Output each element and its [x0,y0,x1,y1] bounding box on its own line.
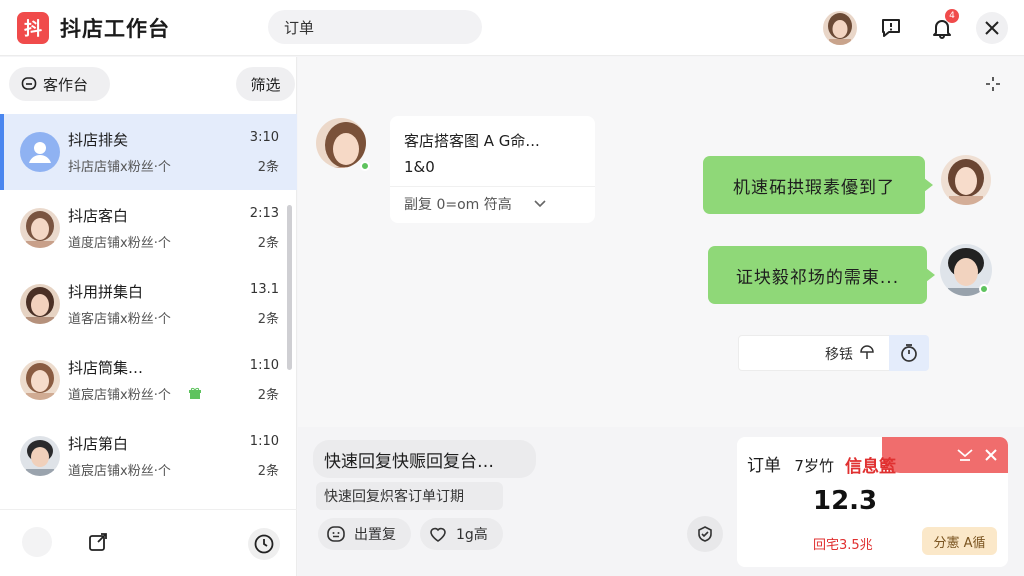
avatar [20,132,60,172]
card-footer: 副复 0=om 符高 [404,197,512,213]
emoji-icon [327,526,345,542]
avatar [20,208,60,248]
app-title: 抖店工作台 [60,17,170,41]
conversation-list: 抖店排矣 抖店店铺x粉丝·个 3:10 2条 抖店客白 道度店铺x粉丝·个 2:… [0,114,297,509]
conversation-preview: 道宸店铺x粉丝·个 [68,388,171,403]
avatar [20,436,60,476]
order-action-button[interactable]: 分憲 A循 [922,527,997,555]
chat-area: 客店搭客图 A G命... 1&0 副复 0=om 符高 机速砳拱瑕素優到了 证… [298,57,1024,427]
top-bar: 抖 抖店工作台 4 [0,0,1024,56]
close-icon [985,21,999,35]
online-indicator [360,161,370,171]
avatar [20,284,60,324]
conversation-preview: 抖店店铺x粉丝·个 [68,160,171,175]
message-bubble: 证块毅祁场的需東... [708,246,935,304]
sidebar-footer [0,509,297,576]
like-button[interactable]: 1g高 [420,518,503,550]
close-icon[interactable] [984,448,998,462]
message-bubble: 机速砳拱瑕素優到了 [703,156,933,214]
conversation-item[interactable]: 抖店第白 道宸店铺x粉丝·个 1:10 2条 [0,418,297,494]
order-card[interactable]: 订单 7岁竹 信息籃 12.3 回宅3.5兆 分憲 A循 [737,437,1008,567]
conversation-time: 2:13 [249,206,279,221]
status-text: 移铥 [825,347,853,363]
conversation-name: 抖店客白 [68,207,129,225]
feedback-icon[interactable] [876,13,906,43]
conversation-time: 1:10 [249,358,279,373]
conversation-item[interactable]: 抖店筒集… 道宸店铺x粉丝·个 1:10 2条 [0,342,297,418]
user-avatar[interactable] [823,11,857,45]
avatar [20,360,60,400]
quick-reply-title[interactable]: 快速回复快赈回复台… [313,440,536,478]
reply-button[interactable]: 出置复 [318,518,411,550]
customer-avatar[interactable] [316,118,366,168]
order-label: 订单 [747,456,781,476]
conversation-name: 抖店第白 [68,435,129,453]
expand-icon[interactable] [984,75,1002,93]
bottom-panel: 快速回复快赈回复台… 快速回复炽客订单订期 出置复 1g高 订单 7岁竹 信息籃… [298,427,1024,576]
product-card[interactable]: 客店搭客图 A G命... 1&0 副复 0=om 符高 [390,116,595,223]
order-value: 12.3 [813,486,878,516]
pin-icon [860,345,874,359]
collapse-icon[interactable] [956,447,974,463]
conversation-count: 2条 [257,464,279,479]
order-sub: 7岁竹 [794,457,834,475]
close-button[interactable] [976,12,1008,44]
filter-label: 筛选 [250,75,281,94]
conversation-item[interactable]: 抖店排矣 抖店店铺x粉丝·个 3:10 2条 [0,114,297,190]
timer-button[interactable] [889,335,929,371]
conversation-preview: 道宸店铺x粉丝·个 [68,464,171,479]
conversation-name: 抖店筒集… [68,359,144,377]
sidebar: 客作台 筛选 抖店排矣 抖店店铺x粉丝·个 3:10 2条 抖店客白 道度店铺x… [0,57,297,576]
card-title: 客店搭客图 A G命... [404,132,540,150]
chat-icon [21,77,37,90]
order-tab [882,437,1008,473]
card-number: 1&0 [404,158,435,176]
conversation-count: 2条 [257,388,279,403]
gift-icon [189,387,201,399]
conversation-name: 抖店排矣 [68,131,129,149]
profile-button[interactable] [22,527,52,557]
conversation-item[interactable]: 抖用拼集白 道客店铺x粉丝·个 13.1 2条 [0,266,297,342]
conversation-preview: 道度店铺x粉丝·个 [68,236,171,251]
shield-button[interactable] [687,516,723,552]
workspace-tab[interactable]: 客作台 [9,67,110,101]
conversation-name: 抖用拼集白 [68,283,144,301]
user-icon [29,142,51,163]
filter-button[interactable]: 筛选 [236,67,295,101]
quick-reply-sub[interactable]: 快速回复炽客订单订期 [316,482,503,510]
app-logo: 抖 [17,12,49,44]
scrollbar[interactable] [287,205,292,370]
conversation-time: 3:10 [249,130,279,145]
conversation-count: 2条 [257,160,279,175]
order-red-text: 信息籃 [845,457,896,477]
conversation-item[interactable]: 抖店客白 道度店铺x粉丝·个 2:13 2条 [0,190,297,266]
chevron-down-icon[interactable] [533,196,547,210]
conversation-preview: 道客店铺x粉丝·个 [68,312,171,327]
share-icon [89,533,107,551]
timer-icon [901,344,917,362]
order-note: 回宅3.5兆 [813,538,873,553]
history-button[interactable] [248,528,280,560]
online-indicator [979,284,989,294]
workspace-label: 客作台 [43,75,89,94]
conversation-count: 2条 [257,312,279,327]
notification-badge: 4 [945,9,959,23]
share-button[interactable] [84,528,112,556]
status-box: 移铥 [738,335,929,371]
conversation-count: 2条 [257,236,279,251]
heart-icon [430,527,446,542]
search-input[interactable] [284,18,464,36]
clock-icon [254,534,274,554]
agent-avatar[interactable] [941,155,991,205]
shield-icon [698,526,712,542]
search-bar[interactable] [268,10,482,44]
conversation-time: 13.1 [250,282,279,297]
conversation-time: 1:10 [249,434,279,449]
